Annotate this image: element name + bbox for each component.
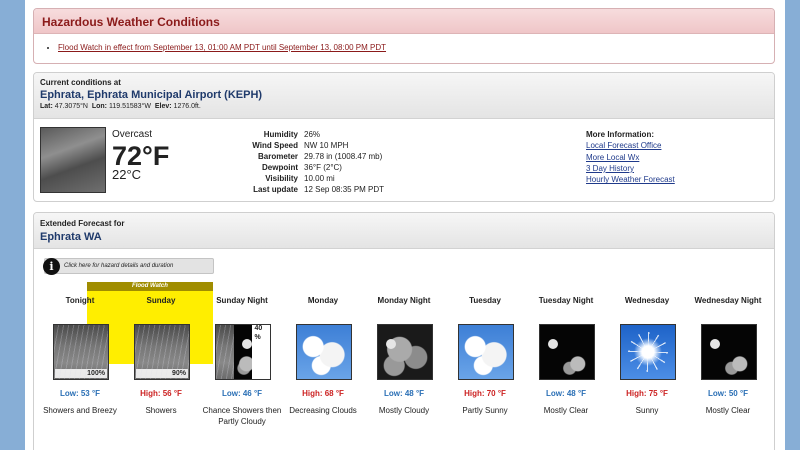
detail-value: 36°F (2°C) [304,163,342,172]
station-name: Ephrata, Ephrata Municipal Airport (KEPH… [40,89,263,101]
detail-key: Dewpoint [262,163,298,172]
hazard-panel: Hazardous Weather Conditions Flood Watch… [33,8,775,64]
period-short-forecast: Mostly Clear [543,406,589,415]
detail-row: Humidity 26% [214,129,384,140]
hazard-title: Hazardous Weather Conditions [34,9,774,34]
hazard-details-button[interactable]: i Click here for hazard details and dura… [43,257,214,275]
period-short-forecast: Partly Sunny [462,406,508,415]
period-short-forecast: Chance Showers then Partly Cloudy [202,406,282,426]
hazard-item: Flood Watch in effect from September 13,… [58,43,774,52]
three-day-history-link[interactable]: 3 Day History [586,163,675,174]
detail-key: Barometer [257,152,298,161]
detail-row: Visibility 10.00 mi [214,173,384,184]
current-temp-c: 22°C [112,167,142,182]
period-short-forecast: Sunny [635,406,659,415]
period-short-forecast: Decreasing Clouds [289,406,357,415]
overcast-icon [40,127,106,193]
detail-value: 10.00 mi [304,174,335,183]
more-information: More Information: Local Forecast Office … [586,129,675,185]
current-condition: Overcast [112,129,153,140]
detail-row: Wind Speed NW 10 MPH [214,140,384,151]
rain-icon: 90% [134,324,190,380]
rain-then-night-icon: 40 % [215,324,271,380]
period-short-forecast: Showers and Breezy [43,406,117,415]
current-conditions-header: Current conditions at Ephrata, Ephrata M… [34,73,774,119]
detail-value: 26% [304,130,321,139]
partly-sunny-icon [458,324,514,380]
period-temp: Low: 53 °F [59,389,101,398]
period-name: Tonight [65,296,95,305]
extended-forecast-panel: Extended Forecast for Ephrata WA i Click… [33,212,775,450]
detail-key: Humidity [263,130,298,139]
lon-label: Lon: [91,103,108,110]
lon-value: 119.51583°W [108,103,151,110]
period-name: Monday [307,296,339,305]
current-conditions-heading: Current conditions at [40,78,121,87]
detail-value: 29.78 in (1008.47 mb) [304,152,383,161]
partly-cloudy-icon [296,324,352,380]
period-name: Monday Night [377,296,431,305]
period-temp: High: 68 °F [302,389,344,398]
hourly-forecast-link[interactable]: Hourly Weather Forecast [586,174,675,185]
night-cloudy-icon [377,324,433,380]
period-temp: High: 70 °F [464,389,506,398]
precip-chance: 100% [55,369,107,378]
rain-icon: 100% [53,324,109,380]
lat-value: 47.3075°N [54,103,88,110]
night-half-icon [233,325,252,379]
hazard-details-label: Click here for hazard details and durati… [64,263,174,269]
extended-forecast-heading: Extended Forecast for [40,219,125,228]
detail-row: Barometer 29.78 in (1008.47 mb) [214,151,384,162]
more-local-wx-link[interactable]: More Local Wx [586,152,675,163]
moon-icon [386,339,396,349]
extended-forecast-location: Ephrata WA [40,231,102,243]
detail-key: Visibility [265,174,298,183]
moon-icon [548,339,558,349]
precip-chance: 40 % [252,325,270,378]
page: Hazardous Weather Conditions Flood Watch… [25,0,785,450]
period-temp: Low: 46 °F [221,389,263,398]
current-conditions-panel: Current conditions at Ephrata, Ephrata M… [33,72,775,202]
elev-label: Elev: [154,103,172,110]
period-short-forecast: Mostly Cloudy [378,406,430,415]
moon-icon [241,339,252,349]
moon-icon [710,339,720,349]
hazard-list: Flood Watch in effect from September 13,… [34,34,774,52]
sun-rays-icon [628,332,668,372]
sunny-icon [620,324,676,380]
rain-half-icon [216,325,234,379]
local-forecast-office-link[interactable]: Local Forecast Office [586,140,675,151]
period-name: Wednesday [624,296,670,305]
period-temp: High: 56 °F [140,389,182,398]
more-information-title: More Information: [586,130,654,139]
precip-chance: 90% [136,369,188,378]
night-clear-icon [701,324,757,380]
detail-row: Dewpoint 36°F (2°C) [214,162,384,173]
lat-label: Lat: [40,103,53,110]
elev-value: 1276.0ft. [173,103,201,110]
extended-forecast-header: Extended Forecast for Ephrata WA [34,213,774,249]
detail-value: 12 Sep 08:35 PM PDT [304,185,385,194]
station-coords: Lat: 47.3075°N Lon: 119.51583°W Elev: 12… [40,103,768,110]
period-name: Sunday [146,296,176,305]
flood-watch-link[interactable]: Flood Watch in effect from September 13,… [58,43,386,52]
detail-row: Last update 12 Sep 08:35 PM PDT [214,184,384,195]
detail-key: Last update [253,185,298,194]
period-name: Tuesday [469,296,501,305]
period-name: Sunday Night [216,296,268,305]
period-short-forecast: Showers [145,406,177,415]
flood-watch-label[interactable]: Flood Watch [87,282,213,291]
period-temp: Low: 50 °F [707,389,749,398]
night-clear-icon [539,324,595,380]
period-temp: Low: 48 °F [545,389,587,398]
period-temp: High: 75 °F [626,389,668,398]
info-icon: i [43,257,60,275]
period-short-forecast: Mostly Clear [705,406,751,415]
detail-key: Wind Speed [252,141,298,150]
period-temp: Low: 48 °F [383,389,425,398]
period-name: Wednesday Night [694,296,762,305]
detail-value: NW 10 MPH [304,141,349,150]
period-name: Tuesday Night [538,296,594,305]
current-details: Humidity 26% Wind Speed NW 10 MPH Baromete… [214,129,384,195]
